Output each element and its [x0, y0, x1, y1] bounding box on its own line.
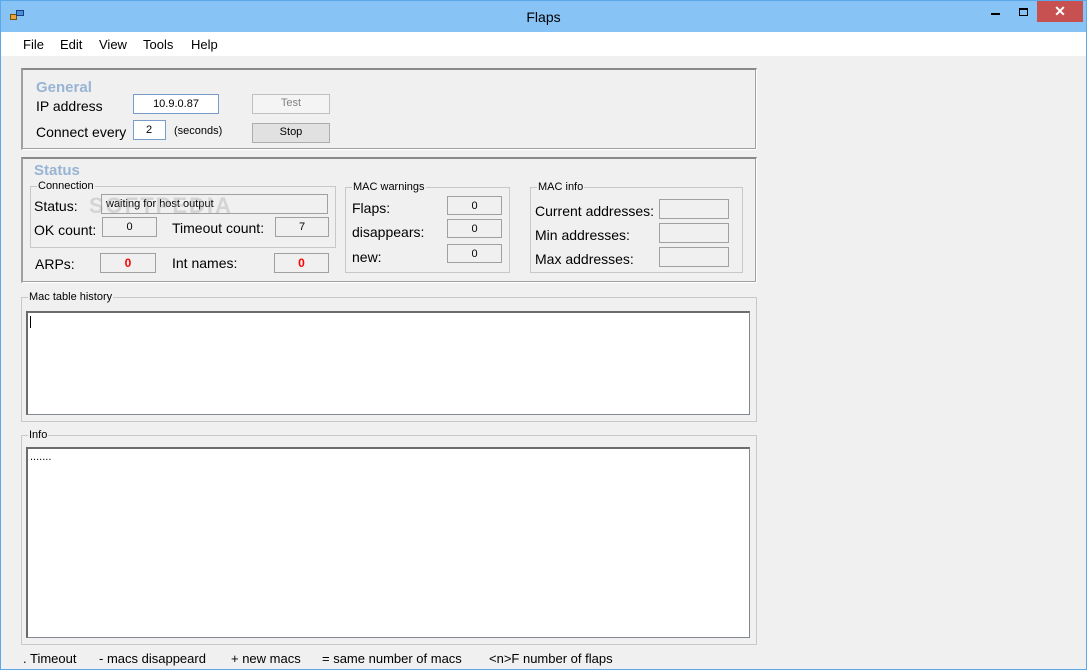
arps-label: ARPs: [35, 256, 75, 272]
connection-group-title: Connection [37, 180, 95, 193]
mac-history-title: Mac table history [28, 291, 114, 304]
menu-view[interactable]: View [99, 37, 127, 52]
max-addresses-label: Max addresses: [535, 251, 634, 267]
general-panel: General IP address 10.9.0.87 Connect eve… [21, 68, 757, 150]
disappears-label: disappears: [352, 224, 425, 240]
menu-help[interactable]: Help [191, 37, 218, 52]
legend-bar: . Timeout - macs disappeard + new macs =… [1, 649, 1086, 669]
current-addresses-label: Current addresses: [535, 203, 655, 219]
ip-address-input[interactable]: 10.9.0.87 [133, 94, 219, 114]
status-label: Status: [34, 198, 78, 214]
general-title: General [36, 79, 92, 96]
mac-history-textarea[interactable] [26, 311, 750, 415]
connect-interval-input[interactable]: 2 [133, 120, 166, 140]
current-addresses-value [659, 199, 729, 219]
menu-edit[interactable]: Edit [60, 37, 82, 52]
info-title: Info [28, 429, 49, 442]
watermark: SOFTPEDIA [89, 193, 233, 218]
min-addresses-value [659, 223, 729, 243]
legend-timeout: . Timeout [23, 651, 77, 666]
status-panel: Status Connection Status: waiting for ho… [21, 157, 757, 283]
mac-info-title: MAC info [537, 181, 585, 194]
connect-every-label: Connect every [36, 124, 127, 140]
int-names-label: Int names: [172, 255, 238, 271]
minimize-icon [991, 12, 1000, 15]
info-textarea[interactable]: ....... [26, 447, 750, 638]
int-names-value: 0 [274, 253, 329, 273]
timeout-count-label: Timeout count: [172, 220, 265, 236]
close-icon: ✕ [1054, 3, 1066, 19]
legend-flaps: <n>F number of flaps [489, 651, 613, 666]
legend-same: = same number of macs [322, 651, 462, 666]
min-addresses-label: Min addresses: [535, 227, 630, 243]
menu-tools[interactable]: Tools [143, 37, 173, 52]
mac-warnings-title: MAC warnings [352, 181, 426, 194]
text-caret [30, 316, 31, 328]
title-bar[interactable]: Flaps ✕ [1, 1, 1086, 32]
close-button[interactable]: ✕ [1037, 1, 1083, 22]
maximize-button[interactable] [1010, 1, 1036, 22]
minimize-button[interactable] [982, 1, 1009, 22]
window-title: Flaps [526, 9, 561, 25]
test-button[interactable]: Test [252, 94, 330, 114]
flaps-label: Flaps: [352, 200, 391, 216]
ok-count-value: 0 [102, 217, 157, 237]
disappears-value: 0 [447, 219, 502, 238]
legend-new: + new macs [231, 651, 301, 666]
legend-disappeared: - macs disappeard [99, 651, 206, 666]
menu-file[interactable]: File [23, 37, 44, 52]
new-value: 0 [447, 244, 502, 263]
ok-count-label: OK count: [34, 222, 97, 238]
menu-bar: File Edit View Tools Help [1, 32, 1086, 56]
app-window: Flaps ✕ File Edit View Tools Help Genera… [0, 0, 1087, 670]
ip-address-label: IP address [36, 98, 103, 114]
seconds-label: (seconds) [174, 125, 223, 137]
new-label: new: [352, 249, 382, 265]
info-content: ....... [30, 451, 52, 463]
stop-button[interactable]: Stop [252, 123, 330, 143]
arps-value: 0 [100, 253, 156, 273]
max-addresses-value [659, 247, 729, 267]
flaps-value: 0 [447, 196, 502, 215]
status-title: Status [34, 162, 80, 179]
maximize-icon [1018, 7, 1028, 16]
timeout-count-value: 7 [275, 217, 329, 237]
